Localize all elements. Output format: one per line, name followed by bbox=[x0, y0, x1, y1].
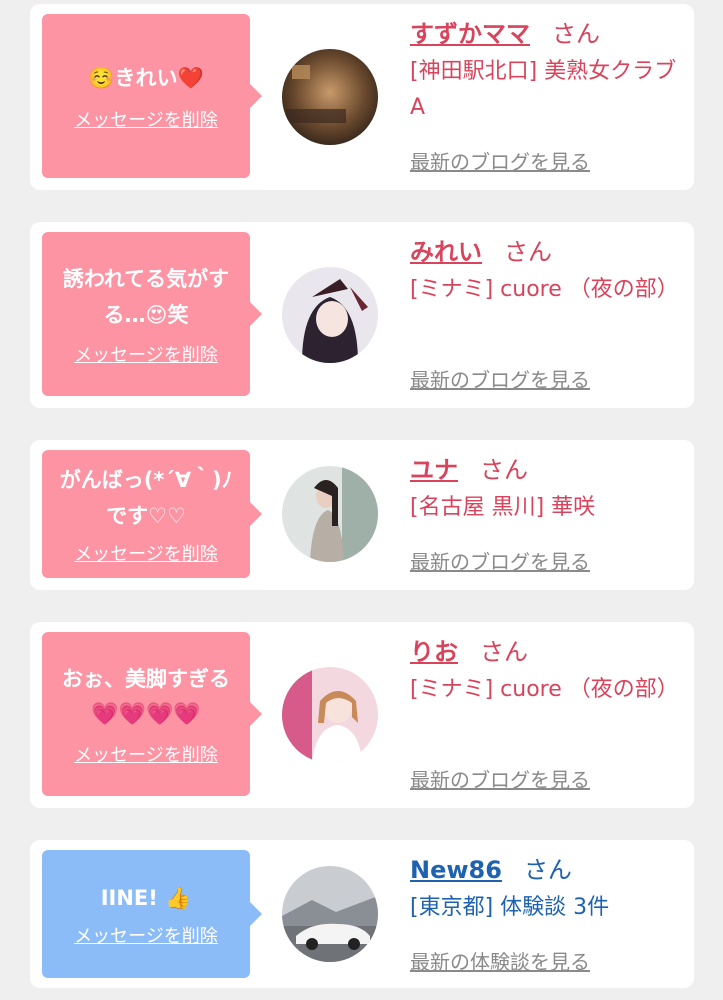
message-text-line2: です♡♡ bbox=[106, 504, 186, 528]
avatar[interactable] bbox=[282, 466, 378, 562]
message-text-line2: 💗💗💗💗 bbox=[91, 702, 201, 727]
name-line: すずかママ さん bbox=[410, 18, 685, 50]
message-text-line2: る…😍笑 bbox=[103, 303, 189, 327]
shop-label: [ミナミ] cuore （夜の部） bbox=[410, 677, 679, 702]
honorific: さん bbox=[480, 456, 528, 484]
honorific: さん bbox=[504, 238, 552, 266]
latest-blog-link[interactable]: 最新のブログを見る bbox=[410, 546, 590, 575]
delete-message-link[interactable]: メッセージを削除 bbox=[74, 922, 218, 948]
message-text: がんばっ(*´∀｀)ﾉ bbox=[59, 468, 233, 492]
latest-experience-link[interactable]: 最新の体験談を見る bbox=[410, 946, 590, 975]
profile-info: みれい さん [ミナミ] cuore （夜の部） 最新のブログを見る bbox=[410, 236, 685, 401]
message-bubble: 誘われてる気がす る…😍笑 メッセージを削除 bbox=[42, 232, 262, 396]
profile-name-link[interactable]: すずかママ bbox=[410, 20, 530, 48]
avatar-image bbox=[282, 466, 378, 562]
message-card: IINE! 👍 メッセージを削除 New86 さん [東京都] 体験談 3件 最新… bbox=[30, 840, 694, 988]
profile-name-link[interactable]: New86 bbox=[410, 856, 502, 884]
profile-info: すずかママ さん [神田駅北口] 美熟女クラブA 最新のブログを見る bbox=[410, 18, 685, 183]
avatar-image bbox=[282, 667, 378, 763]
avatar-image bbox=[282, 267, 378, 363]
message-bubble: IINE! 👍 メッセージを削除 bbox=[42, 850, 262, 978]
profile-info: りお さん [ミナミ] cuore （夜の部） 最新のブログを見る bbox=[410, 636, 685, 801]
honorific: さん bbox=[480, 638, 528, 666]
message-text: ☺️きれい❤️ bbox=[88, 66, 204, 90]
name-line: New86 さん bbox=[410, 854, 685, 886]
message-text: 誘われてる気がす bbox=[62, 267, 230, 291]
latest-blog-link[interactable]: 最新のブログを見る bbox=[410, 364, 590, 393]
avatar[interactable] bbox=[282, 49, 378, 145]
delete-message-link[interactable]: メッセージを削除 bbox=[74, 341, 218, 367]
shop-label: [名古屋 黒川] 華咲 bbox=[410, 495, 596, 520]
avatar[interactable] bbox=[282, 267, 378, 363]
avatar-image bbox=[282, 866, 378, 962]
message-text: おぉ、美脚すぎる bbox=[62, 667, 230, 691]
name-line: りお さん bbox=[410, 636, 685, 668]
message-card: おぉ、美脚すぎる 💗💗💗💗 メッセージを削除 りお さん [ミナミ] cuore … bbox=[30, 622, 694, 808]
delete-message-link[interactable]: メッセージを削除 bbox=[74, 106, 218, 132]
delete-message-link[interactable]: メッセージを削除 bbox=[74, 540, 218, 566]
profile-name-link[interactable]: みれい bbox=[410, 238, 482, 266]
name-line: ユナ さん bbox=[410, 454, 685, 486]
message-card: ☺️きれい❤️ メッセージを削除 すずかママ さん [神田駅北口] 美熟女クラブ… bbox=[30, 4, 694, 190]
profile-info: ユナ さん [名古屋 黒川] 華咲 最新のブログを見る bbox=[410, 454, 685, 584]
message-card: がんばっ(*´∀｀)ﾉ です♡♡ メッセージを削除 ユナ さん [名古屋 黒川] … bbox=[30, 440, 694, 590]
message-list: ☺️きれい❤️ メッセージを削除 すずかママ さん [神田駅北口] 美熟女クラブ… bbox=[0, 0, 723, 1000]
shop-label: [神田駅北口] 美熟女クラブA bbox=[410, 59, 677, 120]
avatar[interactable] bbox=[282, 667, 378, 763]
name-line: みれい さん bbox=[410, 236, 685, 268]
honorific: さん bbox=[552, 20, 600, 48]
shop-label: [東京都] 体験談 3件 bbox=[410, 895, 610, 920]
profile-info: New86 さん [東京都] 体験談 3件 最新の体験談を見る bbox=[410, 854, 685, 984]
latest-blog-link[interactable]: 最新のブログを見る bbox=[410, 146, 590, 175]
honorific: さん bbox=[523, 856, 572, 884]
message-bubble: がんばっ(*´∀｀)ﾉ です♡♡ メッセージを削除 bbox=[42, 450, 262, 578]
message-bubble: ☺️きれい❤️ メッセージを削除 bbox=[42, 14, 262, 178]
latest-blog-link[interactable]: 最新のブログを見る bbox=[410, 764, 590, 793]
message-text: IINE! 👍 bbox=[100, 886, 192, 910]
avatar[interactable] bbox=[282, 866, 378, 962]
avatar-image bbox=[282, 49, 378, 145]
shop-label: [ミナミ] cuore （夜の部） bbox=[410, 277, 679, 302]
message-card: 誘われてる気がす る…😍笑 メッセージを削除 みれい さん [ミナミ] cuore… bbox=[30, 222, 694, 408]
profile-name-link[interactable]: ユナ bbox=[410, 456, 458, 484]
profile-name-link[interactable]: りお bbox=[410, 638, 458, 666]
delete-message-link[interactable]: メッセージを削除 bbox=[74, 741, 218, 767]
message-bubble: おぉ、美脚すぎる 💗💗💗💗 メッセージを削除 bbox=[42, 632, 262, 796]
